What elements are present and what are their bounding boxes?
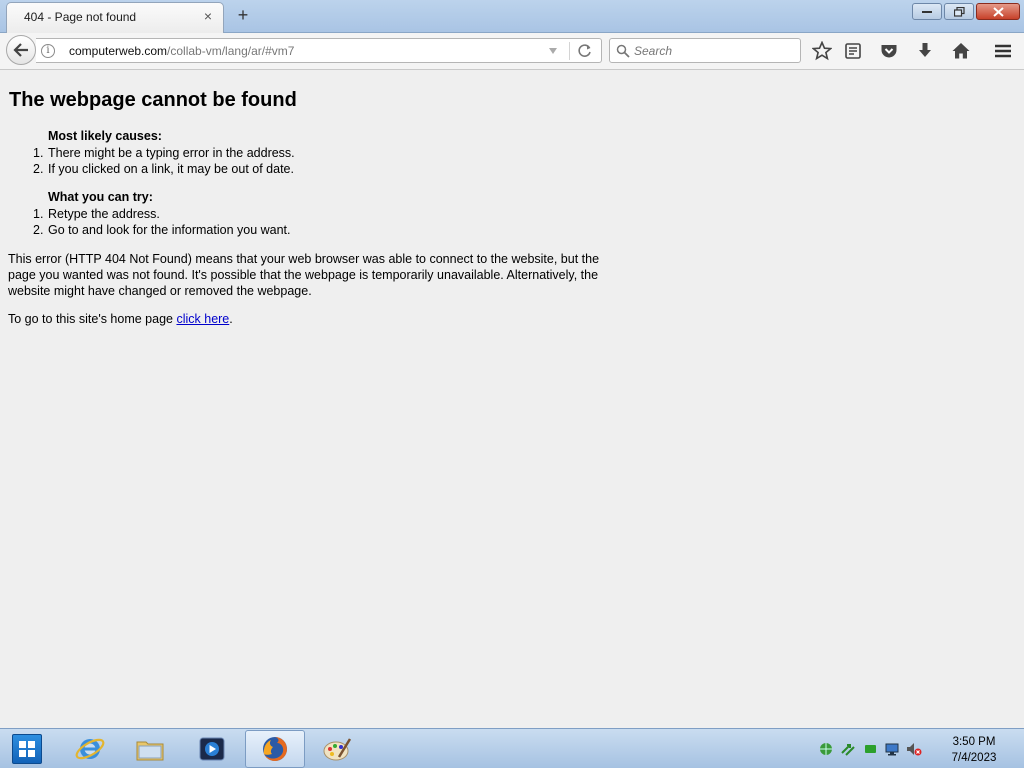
list-text: If you clicked on a link, it may be out … [48, 162, 294, 176]
error-explanation: This error (HTTP 404 Not Found) means th… [8, 252, 600, 298]
taskbar-paint[interactable] [307, 730, 367, 768]
menu-icon[interactable] [993, 41, 1013, 61]
list-number: 1. [33, 207, 44, 221]
tab-title: 404 - Page not found [24, 10, 137, 24]
bookmarks-menu-icon[interactable] [843, 41, 863, 61]
internet-explorer-icon [75, 738, 105, 760]
list-item: 2. If you clicked on a link, it may be ou… [33, 161, 295, 177]
search-bar[interactable] [609, 38, 801, 63]
network-globe-icon[interactable] [818, 741, 834, 757]
system-tray [818, 741, 922, 757]
url-history-dropdown-icon[interactable] [548, 46, 558, 56]
home-page-line: To go to this site's home page click her… [8, 312, 233, 326]
sync-arrows-icon[interactable] [840, 741, 856, 757]
title-bar: 404 - Page not found × + [0, 0, 1024, 33]
taskbar-media-player[interactable] [182, 730, 242, 768]
file-explorer-icon [136, 741, 164, 761]
page-title: The webpage cannot be found [9, 89, 297, 111]
causes-list: 1. There might be a typing error in the a… [33, 145, 295, 177]
list-text: Retype the address. [48, 207, 160, 221]
media-player-icon [199, 737, 225, 761]
taskbar-firefox[interactable] [245, 730, 305, 768]
search-input[interactable] [634, 41, 794, 60]
new-tab-button[interactable]: + [234, 5, 252, 25]
url-host: computerweb.com [69, 44, 168, 58]
system-clock[interactable]: 3:50 PM 7/4/2023 [946, 734, 1002, 766]
list-number: 2. [33, 223, 44, 237]
back-arrow-icon [13, 43, 28, 57]
navigation-bar: i computerweb.com/collab-vm/lang/ar/#vm7 [0, 33, 1024, 70]
action-center-flag-icon[interactable] [862, 741, 878, 757]
taskbar-internet-explorer[interactable] [60, 730, 120, 768]
network-monitor-icon[interactable] [884, 741, 900, 757]
try-heading: What you can try: [48, 190, 153, 204]
home-page-link[interactable]: click here [176, 312, 229, 326]
taskbar-file-explorer[interactable] [120, 730, 180, 768]
window-controls [912, 3, 1020, 20]
paint-icon [323, 738, 352, 761]
home-icon[interactable] [951, 41, 971, 61]
url-path: /collab-vm/lang/ar/#vm7 [167, 44, 295, 58]
list-text: There might be a typing error in the add… [48, 146, 295, 160]
search-icon [616, 44, 630, 58]
clock-date: 7/4/2023 [951, 752, 997, 764]
list-text: Go to and look for the information you w… [48, 223, 291, 237]
browser-tab[interactable]: 404 - Page not found × [6, 2, 224, 33]
clock-time: 3:50 PM [952, 736, 996, 748]
back-button[interactable] [6, 35, 36, 65]
address-bar[interactable]: i computerweb.com/collab-vm/lang/ar/#vm7 [36, 38, 602, 63]
firefox-icon [263, 737, 287, 761]
list-item: 1. Retype the address. [33, 206, 291, 222]
minimize-icon [922, 10, 932, 13]
try-list: 1. Retype the address. 2. Go to and look f… [33, 206, 291, 238]
pocket-icon[interactable] [879, 41, 899, 61]
taskbar: 3:50 PM 7/4/2023 [0, 728, 1024, 768]
home-suffix: . [229, 312, 233, 326]
close-icon [992, 6, 1004, 17]
url-separator [569, 42, 570, 60]
site-info-icon[interactable]: i [41, 44, 55, 58]
page-content: The webpage cannot be found Most likely … [0, 71, 1024, 728]
close-tab-icon[interactable]: × [200, 8, 216, 24]
restore-button[interactable] [944, 3, 974, 20]
minimize-button[interactable] [912, 3, 942, 20]
close-window-button[interactable] [976, 3, 1020, 20]
restore-icon [953, 6, 965, 17]
downloads-icon[interactable] [915, 41, 935, 61]
start-button[interactable] [12, 734, 42, 764]
causes-heading: Most likely causes: [48, 129, 162, 143]
url-text[interactable]: computerweb.com/collab-vm/lang/ar/#vm7 [69, 44, 294, 58]
bookmark-star-icon[interactable] [812, 41, 832, 61]
list-item: 2. Go to and look for the information you… [33, 222, 291, 238]
volume-muted-icon[interactable] [906, 741, 922, 757]
reload-icon[interactable] [577, 43, 593, 59]
list-number: 2. [33, 162, 44, 176]
list-number: 1. [33, 146, 44, 160]
windows-logo-icon [19, 741, 35, 757]
list-item: 1. There might be a typing error in the a… [33, 145, 295, 161]
home-prefix: To go to this site's home page [8, 312, 177, 326]
